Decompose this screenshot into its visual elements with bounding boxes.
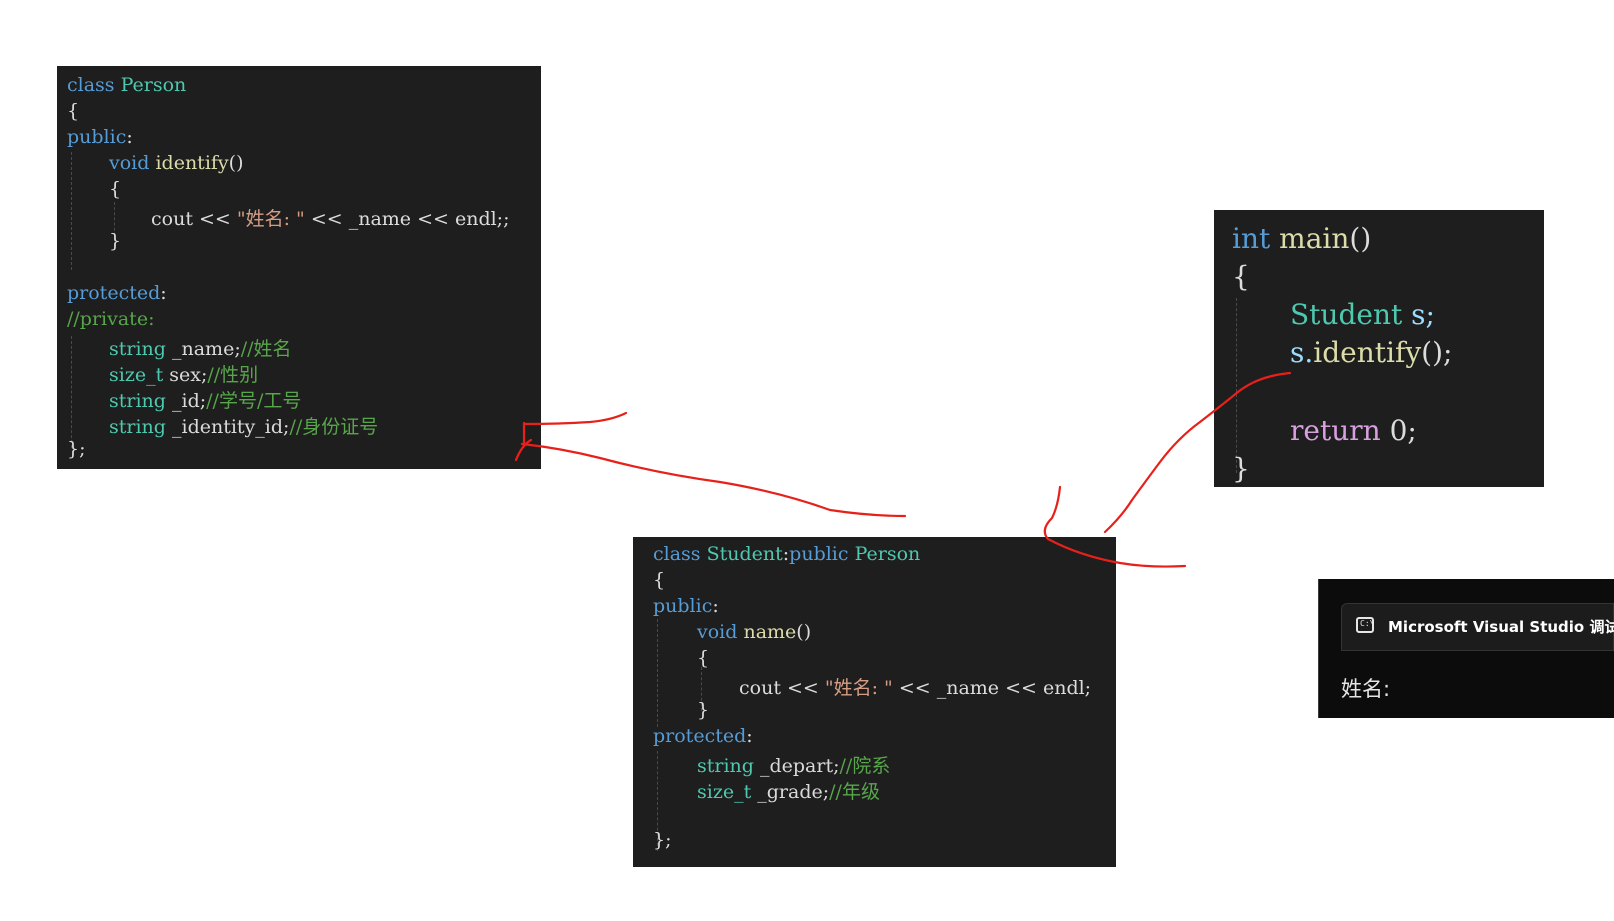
- annotation-stroke: [520, 442, 907, 518]
- indent-guide: [657, 619, 658, 727]
- code-line: //private:: [67, 308, 155, 330]
- console-tab-title: Microsoft Visual Studio 调试控: [1388, 618, 1614, 636]
- debug-console-window: C:\ Microsoft Visual Studio 调试控 姓名:: [1318, 579, 1614, 718]
- code-line: }: [697, 699, 710, 721]
- code-line: int main(): [1232, 222, 1372, 255]
- code-line: };: [653, 829, 672, 851]
- code-line: public:: [653, 595, 719, 617]
- person-class-code-panel: class Person { public: void identify() {…: [57, 66, 541, 469]
- code-line: protected:: [653, 725, 753, 747]
- student-class-code-panel: class Student:public Person { public: vo…: [633, 537, 1116, 867]
- code-line: {: [109, 178, 122, 200]
- terminal-icon: C:\: [1356, 617, 1374, 633]
- console-tab[interactable]: C:\ Microsoft Visual Studio 调试控: [1341, 603, 1614, 651]
- code-line: string _id;//学号/工号: [109, 390, 302, 412]
- code-line: {: [67, 100, 80, 122]
- indent-guide: [71, 152, 72, 270]
- code-line: size_t _grade;//年级: [697, 781, 880, 803]
- code-line: void identify(): [109, 152, 244, 174]
- code-line: cout << "姓名: " << _name << endl;: [739, 677, 1092, 699]
- code-line: string _depart;//院系: [697, 755, 891, 777]
- code-line: };: [67, 438, 86, 460]
- code-line: Student s;: [1290, 298, 1435, 331]
- indent-guide: [71, 336, 72, 448]
- code-line: s.identify();: [1290, 336, 1453, 369]
- code-line: return 0;: [1290, 414, 1417, 447]
- console-output: 姓名:: [1341, 677, 1391, 701]
- code-line: {: [1232, 260, 1250, 293]
- code-line: }: [1232, 452, 1250, 485]
- code-line: {: [697, 647, 710, 669]
- code-line: class Person: [67, 74, 187, 96]
- code-line: size_t sex;//性别: [109, 364, 259, 386]
- main-function-code-panel: int main() { Student s; s.identify(); re…: [1214, 210, 1544, 487]
- code-line: string _name;//姓名: [109, 338, 292, 360]
- code-line: }: [109, 230, 122, 252]
- code-line: void name(): [697, 621, 812, 643]
- code-line: public:: [67, 126, 133, 148]
- code-line: string _identity_id;//身份证号: [109, 416, 379, 438]
- code-line: protected:: [67, 282, 167, 304]
- code-line: cout << "姓名: " << _name << endl;;: [151, 208, 510, 230]
- code-line: {: [653, 569, 666, 591]
- indent-guide: [1236, 298, 1237, 473]
- code-line: class Student:public Person: [653, 543, 921, 565]
